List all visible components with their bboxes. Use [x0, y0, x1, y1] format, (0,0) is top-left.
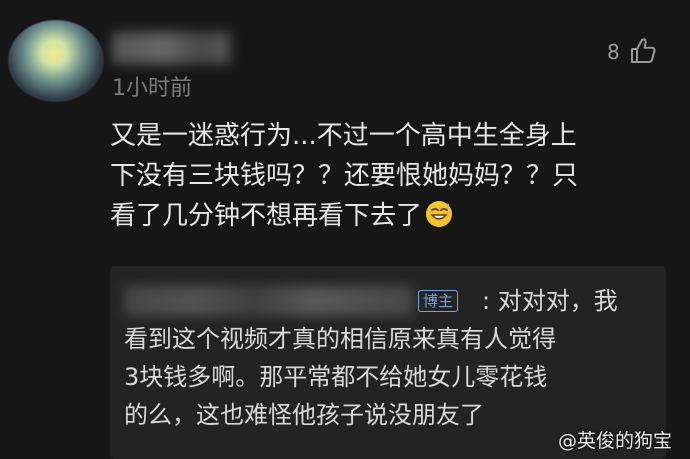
reply-body: : 对对对，我 看到这个视频才真的相信原来真有人觉得 3块钱多啊。那平常都不给她… — [124, 282, 660, 434]
comment-body: 又是一迷惑行为...不过一个高中生全身上 下没有三块钱吗？？还要恨她妈妈？？只 … — [110, 116, 670, 236]
reply-line: 看到这个视频才真的相信原来真有人觉得 — [124, 325, 556, 353]
comment-line: 又是一迷惑行为...不过一个高中生全身上 — [110, 121, 577, 151]
reply-line: : 对对对，我 — [482, 287, 618, 315]
reply-line: 3块钱多啊。那平常都不给她女儿零花钱 — [124, 363, 548, 391]
grinning-sweat-emoji-icon — [426, 200, 453, 227]
username-redacted[interactable] — [112, 32, 230, 64]
like-count: 8 — [607, 40, 620, 64]
timestamp: 1小时前 — [112, 76, 192, 101]
thumbs-up-icon[interactable] — [628, 36, 658, 66]
comment-line-text: 看了几分钟不想再看下去了 — [110, 201, 423, 231]
comment-line-last: 看了几分钟不想再看下去了 — [110, 196, 670, 236]
comment-line: 下没有三块钱吗？？还要恨她妈妈？？只 — [110, 161, 579, 191]
watermark: @英俊的狗宝 — [558, 430, 673, 452]
avatar[interactable] — [8, 20, 104, 102]
comment-card: 1小时前 8 又是一迷惑行为...不过一个高中生全身上 下没有三块钱吗？？还要恨… — [0, 0, 690, 459]
